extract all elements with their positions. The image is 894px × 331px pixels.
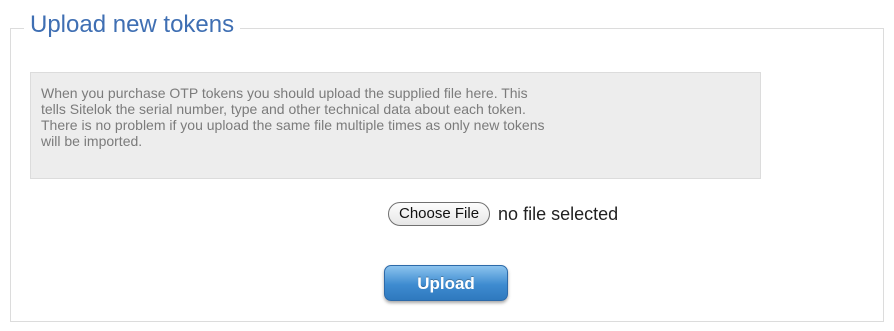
- info-line: When you purchase OTP tokens you should …: [41, 85, 528, 101]
- upload-button[interactable]: Upload: [384, 265, 508, 301]
- info-line: tells Sitelok the serial number, type an…: [41, 101, 526, 117]
- info-line: There is no problem if you upload the sa…: [41, 117, 545, 133]
- file-input[interactable]: Choose File no file selected: [384, 194, 812, 234]
- info-line: will be imported.: [41, 133, 143, 149]
- section-title: Upload new tokens: [24, 8, 241, 42]
- file-status-text: no file selected: [498, 204, 619, 224]
- info-message: When you purchase OTP tokens you should …: [30, 72, 761, 179]
- choose-file-button[interactable]: Choose File: [388, 202, 491, 226]
